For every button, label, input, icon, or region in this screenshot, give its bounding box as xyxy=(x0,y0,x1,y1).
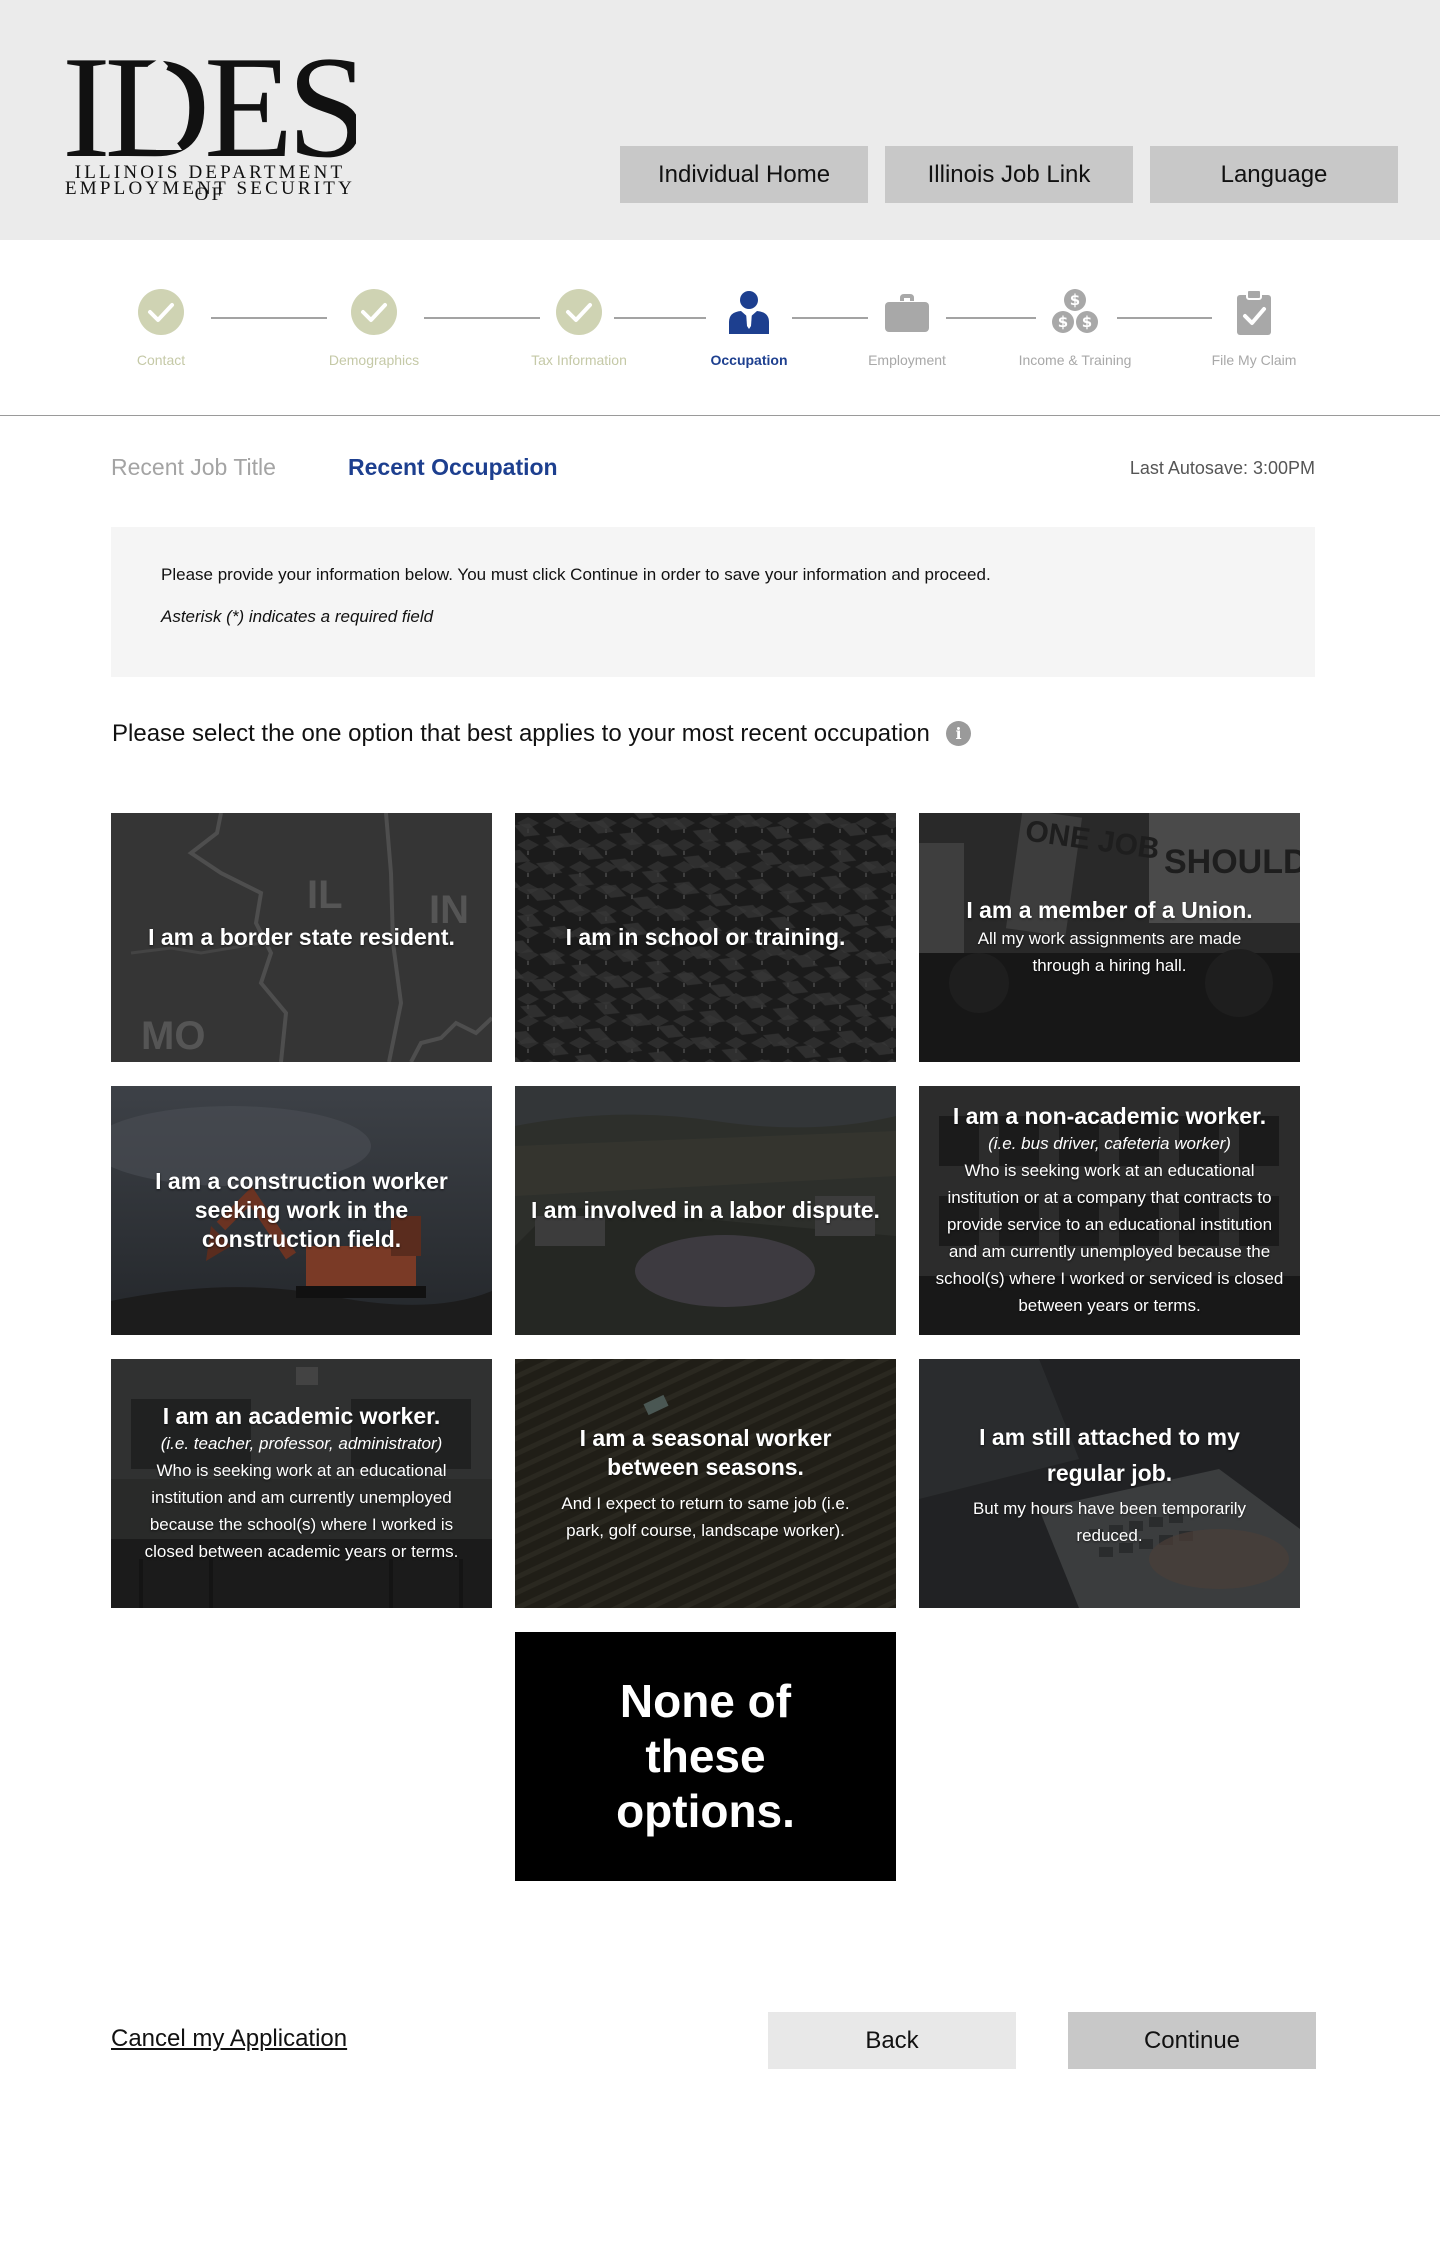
option-examples: (i.e. teacher, professor, administrator) xyxy=(160,1434,443,1453)
option-construction-worker[interactable]: I am a construction worker seeking work … xyxy=(111,1086,492,1335)
ides-logo-mark: IDES xyxy=(64,44,356,162)
option-none-of-these[interactable]: None of these options. xyxy=(515,1632,896,1881)
occupation-question: Please select the one option that best a… xyxy=(112,720,930,747)
option-description: And I expect to return to same job (i.e.… xyxy=(561,1493,850,1540)
step-tax-information[interactable]: Tax Information xyxy=(499,288,659,380)
ides-logo[interactable]: IDES ILLINOIS DEPARTMENT OF EMPLOYMENT S… xyxy=(64,44,356,205)
option-title: I am an academic worker. xyxy=(162,1403,441,1429)
step-label: File My Claim xyxy=(1211,352,1297,368)
option-description: Who is seeking work at an educational in… xyxy=(144,1461,459,1561)
briefcase-icon xyxy=(885,294,929,332)
cancel-application-link[interactable]: Cancel my Application xyxy=(111,2025,347,2053)
option-academic-worker[interactable]: I am an academic worker. (i.e. teacher, … xyxy=(111,1359,492,1608)
coins-icon: $ $ $ xyxy=(1052,289,1098,333)
nav-individual-home-button[interactable]: Individual Home xyxy=(620,146,868,203)
step-label: Contact xyxy=(136,352,186,368)
step-contact[interactable]: Contact xyxy=(81,288,241,380)
option-labor-dispute[interactable]: I am involved in a labor dispute. xyxy=(515,1086,896,1335)
option-title: I am a border state resident. xyxy=(148,924,455,950)
site-header: IDES ILLINOIS DEPARTMENT OF EMPLOYMENT S… xyxy=(0,0,1440,240)
nav-language-button[interactable]: Language xyxy=(1150,146,1398,203)
option-title: I am a non-academic worker. xyxy=(952,1103,1267,1129)
option-union-member[interactable]: ONE JOB SHOULD BE ENOUGH I am a member o… xyxy=(919,813,1300,1062)
last-autosave-status: Last Autosave: 3:00PM xyxy=(1129,458,1315,478)
option-description: But my hours have been temporarily reduc… xyxy=(972,1498,1247,1545)
step-employment[interactable]: Employment xyxy=(827,288,987,380)
nav-illinois-job-link-button[interactable]: Illinois Job Link xyxy=(885,146,1133,203)
option-title: I am still attached to my regular job. xyxy=(979,1423,1240,1486)
step-label: Tax Information xyxy=(531,352,627,368)
step-label: Income & Training xyxy=(1018,352,1132,368)
info-icon[interactable]: i xyxy=(946,721,971,746)
option-examples: (i.e. bus driver, cafeteria worker) xyxy=(988,1134,1231,1153)
clipboard-check-icon xyxy=(1237,289,1271,335)
map-label: IL xyxy=(307,873,343,917)
option-title: I am a seasonal worker between seasons. xyxy=(579,1424,832,1480)
person-icon xyxy=(729,291,769,334)
step-income-training[interactable]: $ $ $ Income & Training xyxy=(995,288,1155,380)
option-title: I am a construction worker seeking work … xyxy=(155,1168,448,1252)
svg-text:$: $ xyxy=(1058,313,1068,331)
tab-recent-job-title[interactable]: Recent Job Title xyxy=(111,454,276,481)
check-icon xyxy=(556,289,602,335)
step-label: Occupation xyxy=(710,352,788,368)
option-border-state-resident[interactable]: IL IN MO I am a border state resident. xyxy=(111,813,492,1062)
logo-line-2: EMPLOYMENT SECURITY xyxy=(64,178,356,199)
logo-wordmark: IDES xyxy=(64,44,356,162)
continue-button[interactable]: Continue xyxy=(1068,2012,1316,2069)
option-non-academic-worker[interactable]: I am a non-academic worker. (i.e. bus dr… xyxy=(919,1086,1300,1335)
check-icon xyxy=(138,289,184,335)
option-title: I am involved in a labor dispute. xyxy=(531,1197,880,1223)
instructions-box: Please provide your information below. Y… xyxy=(111,527,1315,677)
step-file-my-claim[interactable]: File My Claim xyxy=(1174,288,1334,380)
step-label: Employment xyxy=(868,352,946,368)
step-occupation[interactable]: Occupation xyxy=(669,288,829,380)
required-field-note: Asterisk (*) indicates a required field xyxy=(161,607,434,626)
tab-recent-occupation[interactable]: Recent Occupation xyxy=(348,454,558,481)
option-title: I am a member of a Union. xyxy=(966,897,1253,923)
option-description: All my work assignments are made through… xyxy=(977,929,1242,975)
svg-text:$: $ xyxy=(1070,291,1080,309)
step-demographics[interactable]: Demographics xyxy=(294,288,454,380)
option-description: Who is seeking work at an educational in… xyxy=(935,1161,1284,1315)
option-title: I am in school or training. xyxy=(565,924,846,950)
option-still-attached-to-job[interactable]: I am still attached to my regular job. B… xyxy=(919,1359,1300,1608)
step-label: Demographics xyxy=(328,352,420,368)
option-school-or-training[interactable]: I am in school or training. xyxy=(515,813,896,1062)
option-title: None of these options. xyxy=(616,1675,795,1837)
map-label: MO xyxy=(141,1014,205,1058)
instructions-text: Please provide your information below. Y… xyxy=(161,565,991,584)
svg-text:$: $ xyxy=(1082,313,1092,331)
back-button[interactable]: Back xyxy=(768,2012,1016,2069)
option-seasonal-worker[interactable]: I am a seasonal worker between seasons. … xyxy=(515,1359,896,1608)
check-icon xyxy=(351,289,397,335)
